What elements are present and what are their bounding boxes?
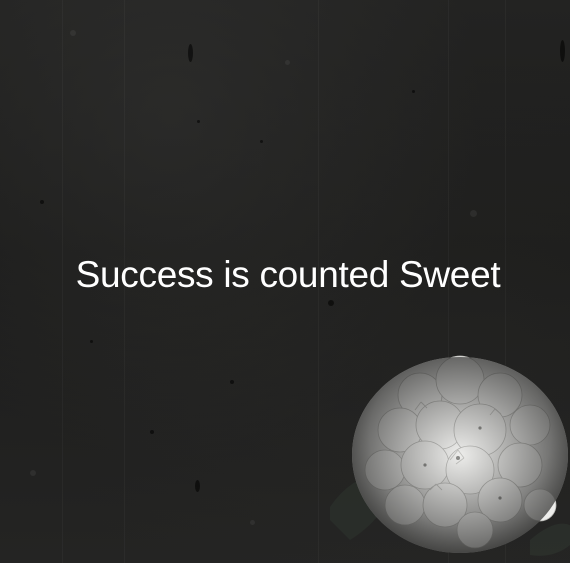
hero-headline: Success is counted Sweet xyxy=(75,254,501,295)
hero-section: Success is counted Sweet xyxy=(0,0,570,563)
hydrangea-flower-image xyxy=(330,355,570,556)
